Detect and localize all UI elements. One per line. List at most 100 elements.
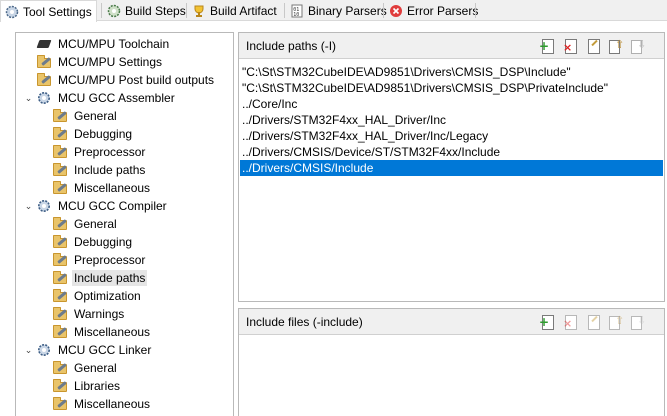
folder-settings-icon xyxy=(36,55,52,69)
folder-settings-icon xyxy=(52,325,68,339)
tab-label: Tool Settings xyxy=(23,4,92,19)
include-path-item[interactable]: "C:\St\STM32CubeIDE\AD9851\Drivers\CMSIS… xyxy=(240,80,663,96)
include-files-header: Include files (-include) xyxy=(239,309,664,335)
folder-settings-icon xyxy=(52,181,68,195)
tree-item-mcu-mpu-toolchain[interactable]: MCU/MPU Toolchain xyxy=(23,35,171,53)
tree-item-debugging[interactable]: Debugging xyxy=(39,125,134,143)
tree-item-warnings[interactable]: Warnings xyxy=(39,305,126,323)
tab-label: Build Artifact xyxy=(210,3,277,18)
tree-item-mcu-mpu-post-build-outputs[interactable]: MCU/MPU Post build outputs xyxy=(23,71,216,89)
error-parsers-icon xyxy=(389,4,403,18)
gear-icon xyxy=(36,343,52,357)
folder-settings-icon xyxy=(52,271,68,285)
tree-item-label: MCU GCC Compiler xyxy=(58,199,167,213)
include-files-title: Include files (-include) xyxy=(246,314,363,329)
tab-error-parsers[interactable]: Error Parsers xyxy=(385,0,479,21)
edit-icon[interactable] xyxy=(585,38,601,54)
binary-parsers-icon: 01 10 xyxy=(290,4,304,18)
tree-item-label: General xyxy=(74,109,117,123)
chevron-down-icon[interactable]: ⌄ xyxy=(23,345,34,356)
tree-item-mcu-mpu-settings[interactable]: MCU/MPU Settings xyxy=(23,53,164,71)
tab-divider xyxy=(101,3,102,18)
edit-icon[interactable] xyxy=(585,314,601,330)
folder-settings-icon xyxy=(52,289,68,303)
tree-item-label: Miscellaneous xyxy=(74,181,151,195)
tree-item-label: Debugging xyxy=(74,127,133,141)
tab-divider xyxy=(475,3,476,18)
chevron-down-icon[interactable]: ⌄ xyxy=(23,201,34,212)
include-paths-header: Include paths (-I) xyxy=(239,33,664,59)
delete-icon[interactable] xyxy=(562,38,578,54)
tree-item-label: Miscellaneous xyxy=(74,325,151,339)
tab-label: Build Steps xyxy=(125,3,186,18)
tree-item-mcu-gcc-compiler[interactable]: ⌄ MCU GCC Compiler xyxy=(23,197,169,215)
include-paths-panel: Include paths (-I) "C:\St\STM32CubeIDE\A… xyxy=(238,32,665,302)
move-up-icon[interactable] xyxy=(607,314,624,330)
tree-item-label: MCU GCC Assembler xyxy=(58,91,175,105)
tab-tool-settings[interactable]: Tool Settings xyxy=(0,0,97,22)
folder-settings-icon xyxy=(52,307,68,321)
folder-settings-icon xyxy=(52,217,68,231)
tree-item-label: Optimization xyxy=(74,289,141,303)
include-files-panel: Include files (-include) xyxy=(238,308,665,416)
tree-item-label: Preprocessor xyxy=(74,145,146,159)
tree-item-general[interactable]: General xyxy=(39,359,119,377)
tree-item-preprocessor[interactable]: Preprocessor xyxy=(39,143,147,161)
folder-settings-icon xyxy=(52,397,68,411)
tree-item-miscellaneous[interactable]: Miscellaneous xyxy=(39,323,152,341)
include-path-item[interactable]: ../Drivers/STM32F4xx_HAL_Driver/Inc/Lega… xyxy=(240,128,663,144)
tree-item-label: General xyxy=(74,361,117,375)
include-path-item[interactable]: ../Drivers/STM32F4xx_HAL_Driver/Inc xyxy=(240,112,663,128)
move-up-icon[interactable] xyxy=(607,38,624,54)
folder-settings-icon xyxy=(52,253,68,267)
folder-settings-icon xyxy=(52,163,68,177)
settings-tab-bar: Tool Settings Build Steps Build Artifact… xyxy=(0,0,667,22)
include-path-item[interactable]: "C:\St\STM32CubeIDE\AD9851\Drivers\CMSIS… xyxy=(240,64,663,80)
tree-item-mcu-gcc-assembler[interactable]: ⌄ MCU GCC Assembler xyxy=(23,89,177,107)
tree-item-include-paths[interactable]: Include paths xyxy=(39,269,148,287)
tab-label: Error Parsers xyxy=(407,3,479,18)
tab-divider xyxy=(383,3,384,18)
include-paths-list[interactable]: "C:\St\STM32CubeIDE\AD9851\Drivers\CMSIS… xyxy=(240,64,663,176)
tree-item-label: MCU/MPU Settings xyxy=(58,55,163,69)
tree-item-label: Preprocessor xyxy=(74,253,146,267)
tab-label: Binary Parsers xyxy=(308,3,387,18)
tree-item-preprocessor[interactable]: Preprocessor xyxy=(39,251,147,269)
tool-settings-tree[interactable]: MCU/MPU Toolchain MCU/MPU Settings MCU/MPU… xyxy=(15,32,234,416)
folder-settings-icon xyxy=(52,361,68,375)
tree-item-miscellaneous[interactable]: Miscellaneous xyxy=(39,179,152,197)
move-down-icon[interactable] xyxy=(629,314,646,330)
tree-item-label: General xyxy=(74,217,117,231)
tree-item-label: MCU/MPU Post build outputs xyxy=(58,73,215,87)
add-icon[interactable] xyxy=(539,314,555,330)
tree-item-label: Libraries xyxy=(74,379,121,393)
tree-item-label: Miscellaneous xyxy=(74,397,151,411)
tree-item-label: Include paths xyxy=(74,163,146,177)
tree-item-label: Include paths xyxy=(72,270,148,286)
move-down-icon[interactable] xyxy=(629,38,646,54)
tab-binary-parsers[interactable]: 01 10 Binary Parsers xyxy=(286,0,387,21)
tree-item-include-paths[interactable]: Include paths xyxy=(39,161,147,179)
tab-build-artifact[interactable]: Build Artifact xyxy=(188,0,282,21)
tree-item-miscellaneous[interactable]: Miscellaneous xyxy=(39,395,152,413)
gear-icon xyxy=(36,199,52,213)
delete-icon[interactable] xyxy=(562,314,578,330)
folder-settings-icon xyxy=(52,127,68,141)
svg-text:10: 10 xyxy=(293,12,299,18)
include-path-item[interactable]: ../Drivers/CMSIS/Device/ST/STM32F4xx/Inc… xyxy=(240,144,663,160)
tree-item-label: MCU GCC Linker xyxy=(58,343,152,357)
folder-settings-icon xyxy=(52,145,68,159)
tree-item-label: Debugging xyxy=(74,235,133,249)
tree-item-debugging[interactable]: Debugging xyxy=(39,233,134,251)
tree-item-libraries[interactable]: Libraries xyxy=(39,377,122,395)
chevron-down-icon[interactable]: ⌄ xyxy=(23,93,34,104)
tree-item-optimization[interactable]: Optimization xyxy=(39,287,143,305)
add-icon[interactable] xyxy=(539,38,555,54)
tree-item-mcu-gcc-linker[interactable]: ⌄ MCU GCC Linker xyxy=(23,341,153,359)
include-path-item[interactable]: ../Drivers/CMSIS/Include xyxy=(240,160,663,176)
include-path-item[interactable]: ../Core/Inc xyxy=(240,96,663,112)
tool-settings-icon xyxy=(5,5,19,19)
tree-item-general[interactable]: General xyxy=(39,107,119,125)
tab-build-steps[interactable]: Build Steps xyxy=(103,0,186,21)
tree-item-general[interactable]: General xyxy=(39,215,119,233)
